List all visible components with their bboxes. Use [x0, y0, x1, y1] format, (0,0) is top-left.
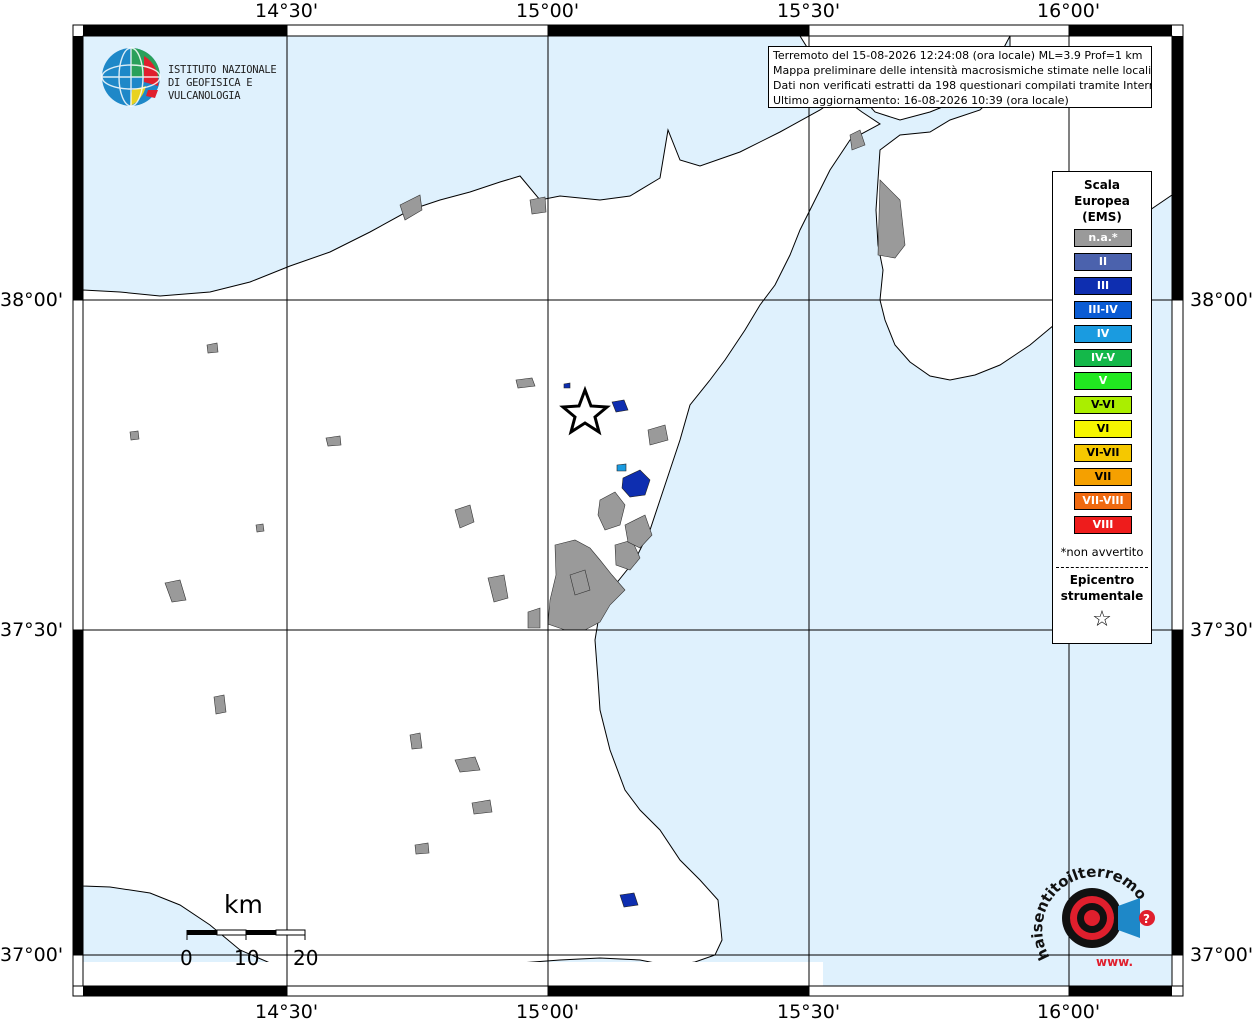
lon-label-top-4: 16°00' — [1037, 0, 1101, 22]
lon-label-bottom-1: 14°30' — [255, 1001, 319, 1023]
lat-label-right-2: 37°30' — [1190, 619, 1254, 641]
legend-title-line3: (EMS) — [1082, 210, 1122, 224]
ingv-globe-icon — [101, 47, 161, 107]
lat-label-right-1: 38°00' — [1190, 289, 1254, 311]
haisentito-logo: haisentitoilterremoto.it ? www. — [1025, 848, 1160, 982]
event-info-line4: Ultimo aggiornamento: 16-08-2026 10:39 (… — [773, 94, 1069, 107]
legend-epicentre-line1: Epicentro — [1069, 573, 1135, 587]
legend-swatch: VII — [1074, 468, 1132, 486]
legend-swatch: V-VI — [1074, 396, 1132, 415]
ems-legend: Scala Europea (EMS) n.a.* II III III-IV IV IV… — [1052, 171, 1152, 644]
event-info-box: Terremoto del 15-08-2026 12:24:08 (ora l… — [768, 46, 1152, 108]
haisentito-question: ? — [1143, 912, 1150, 926]
legend-swatch: VI — [1074, 420, 1132, 439]
event-info-line2: Mappa preliminare delle intensità macros… — [773, 64, 1152, 77]
event-info-line3: Dati non verificati estratti da 198 ques… — [773, 79, 1152, 92]
legend-swatch: V — [1074, 372, 1132, 391]
legend-epicentre-star-icon: ☆ — [1092, 607, 1112, 632]
legend-swatch: III-IV — [1074, 300, 1132, 319]
legend-title-line2: Europea — [1074, 194, 1130, 208]
legend-separator — [1056, 567, 1148, 568]
scale-tick-10: 10 — [234, 946, 260, 970]
lon-label-bottom-4: 16°00' — [1037, 1001, 1101, 1023]
scale-unit: km — [224, 890, 263, 919]
legend-swatch: III — [1074, 276, 1132, 295]
lon-label-top-3: 15°30' — [777, 0, 841, 22]
event-info-line1: Terremoto del 15-08-2026 12:24:08 (ora l… — [773, 49, 1143, 62]
lon-label-bottom-3: 15°30' — [777, 1001, 841, 1023]
scale-tick-0: 0 — [180, 946, 193, 970]
lat-label-left-1: 38°00' — [0, 289, 64, 311]
scale-bar-graphic — [186, 929, 306, 940]
lon-label-bottom-2: 15°00' — [516, 1001, 580, 1023]
lat-label-right-3: 37°00' — [1190, 944, 1254, 966]
legend-swatch: VIII — [1074, 515, 1132, 534]
haisentito-www: www. — [1096, 955, 1133, 969]
ingv-name-line2: DI GEOFISICA E VULCANOLOGIA — [168, 77, 253, 102]
lat-label-left-3: 37°00' — [0, 944, 64, 966]
ingv-name-line1: ISTITUTO NAZIONALE — [168, 64, 277, 76]
legend-swatch: IV-V — [1074, 348, 1132, 367]
legend-swatch: II — [1074, 252, 1132, 271]
haisentito-target-icon: haisentitoilterremoto.it ? www. — [1025, 848, 1155, 969]
lon-label-top-1: 14°30' — [255, 0, 319, 22]
legend-swatch: n.a.* — [1074, 229, 1132, 247]
legend-title: Scala Europea (EMS) — [1053, 177, 1151, 225]
scale-bar: km 0 10 20 — [180, 890, 320, 970]
legend-swatch: VII-VIII — [1074, 491, 1132, 510]
legend-swatch: VI-VII — [1074, 444, 1132, 463]
legend-title-line1: Scala — [1083, 178, 1121, 192]
lon-label-top-2: 15°00' — [516, 0, 580, 22]
lat-label-left-2: 37°30' — [0, 619, 64, 641]
legend-swatch: IV — [1074, 324, 1132, 343]
ingv-logo: ISTITUTO NAZIONALE DI GEOFISICA E VULCAN… — [100, 46, 320, 110]
legend-note: *non avvertito — [1060, 545, 1144, 559]
legend-epicentre-line2: strumentale — [1060, 589, 1144, 603]
legend-epicentre-title: Epicentro strumentale — [1053, 572, 1151, 604]
scale-tick-20: 20 — [293, 946, 319, 970]
